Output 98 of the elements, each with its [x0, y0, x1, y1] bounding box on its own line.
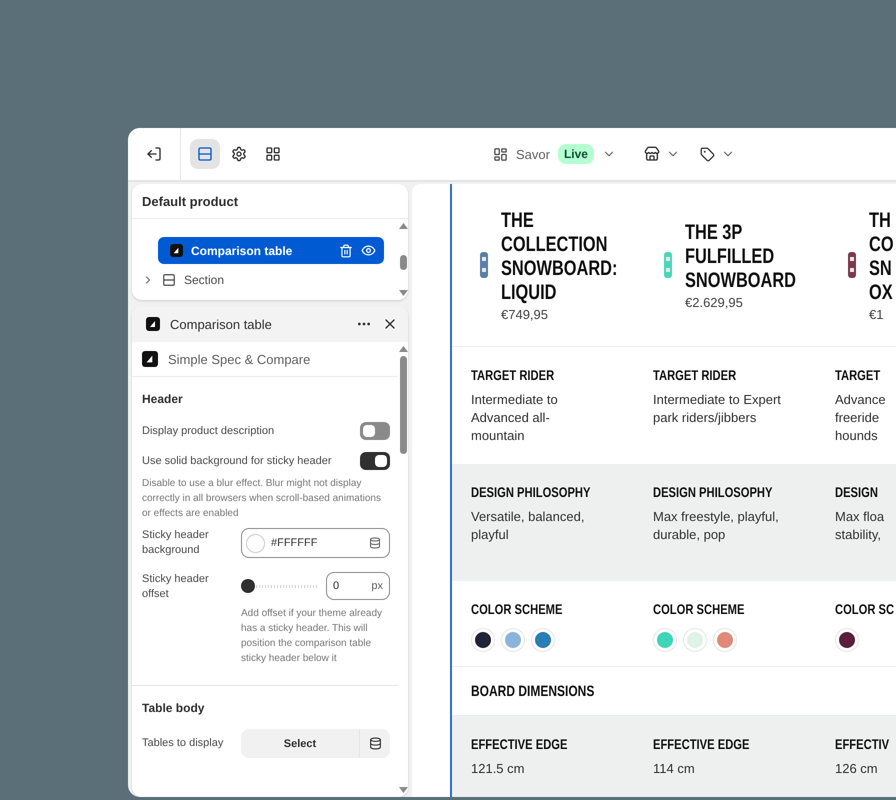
product-title: TH: [869, 208, 892, 232]
color-swatch[interactable]: [683, 628, 707, 652]
spec-value: 126 cm: [835, 760, 879, 778]
eye-icon[interactable]: [361, 243, 376, 258]
spec-value: park riders/jibbers: [653, 409, 758, 427]
spec-value: hounds: [835, 427, 879, 445]
spec-heading: EFFECTIVE EDGE: [471, 735, 568, 754]
store-icon: [644, 146, 660, 162]
app-name: Simple Spec & Compare: [168, 352, 310, 366]
section-heading: Table body: [142, 700, 206, 717]
theme-name: Savor: [516, 146, 550, 162]
spec-heading: COLOR SCHEME: [653, 600, 746, 619]
database-button[interactable]: [359, 729, 390, 758]
panel-title: Comparison table: [170, 316, 273, 332]
spec-heading: EFFECTIVE EDGE: [653, 735, 750, 754]
setting-label: Use solid background for sticky header: [142, 454, 332, 468]
store-dropdown[interactable]: [644, 146, 680, 162]
panel-title: Default product: [142, 194, 238, 208]
spec-value: playful: [471, 526, 510, 544]
app-icon: [142, 351, 158, 367]
product-price: €2.629,95: [685, 294, 744, 310]
spec-value: Intermediate to Expert: [653, 391, 782, 409]
color-swatch[interactable]: [531, 628, 555, 652]
color-swatch[interactable]: [501, 628, 525, 652]
section-heading: Header: [142, 391, 184, 408]
spec-value: Advance: [835, 391, 887, 409]
product-title: FULFILLED: [685, 244, 776, 268]
color-swatch[interactable]: [653, 628, 677, 652]
spec-heading: EFFECTIV: [835, 735, 890, 754]
product-title: SN: [869, 256, 893, 280]
spec-value: 114 cm: [653, 760, 696, 778]
tag-icon: [700, 146, 715, 162]
scroll-up-icon[interactable]: [398, 346, 408, 352]
product-title: THE: [501, 208, 535, 232]
app-icon: [170, 244, 183, 257]
scrollbar-thumb[interactable]: [400, 356, 406, 454]
spec-value: Max floa: [835, 508, 886, 526]
product-price: €1: [869, 306, 884, 322]
spec-heading: COLOR SC: [835, 600, 896, 619]
database-icon: [369, 537, 381, 549]
setting-label: Display product description: [142, 424, 274, 438]
product-title: CO: [869, 232, 894, 256]
tree-item[interactable]: Comparison table: [158, 237, 384, 264]
color-swatch[interactable]: [713, 628, 737, 652]
spec-heading: DESIGN: [835, 483, 879, 502]
product-title: SNOWBOARD: [685, 268, 796, 292]
swatch-icon: [246, 534, 265, 552]
spec-value: Advanced all-: [471, 409, 551, 427]
spec-heading: COLOR SCHEME: [471, 600, 564, 619]
spec-value: freeride: [835, 409, 880, 427]
grid-icon: [265, 146, 281, 162]
rows-icon: [197, 146, 213, 162]
app-icon: [146, 317, 160, 331]
spec-value: mountain: [471, 427, 526, 445]
toggle-switch[interactable]: [360, 422, 390, 440]
slider-thumb[interactable]: [241, 579, 255, 593]
number-field[interactable]: 0 px: [326, 572, 390, 600]
scroll-up-icon[interactable]: [398, 223, 408, 229]
product-title: LIQUID: [501, 280, 558, 304]
setting-label: Tables to display: [142, 736, 224, 751]
settings-icon: [231, 146, 247, 162]
spec-heading: DESIGN PHILOSOPHY: [471, 483, 592, 502]
status-badge: Live: [558, 144, 594, 164]
spec-heading: TARGET RIDER: [471, 366, 556, 385]
sections-button[interactable]: [190, 139, 220, 169]
product-title: THE 3P: [685, 220, 744, 244]
spec-value: Intermediate to: [471, 391, 559, 409]
hint-text: Add offset if your theme already has a sticky header. This will position the comparison table sticky header below it: [241, 607, 384, 666]
spec-value: Max freestyle, playful,: [653, 508, 780, 526]
database-icon: [368, 737, 382, 750]
spec-value: Versatile, balanced,: [471, 508, 586, 526]
exit-icon: [146, 146, 162, 162]
color-swatch[interactable]: [471, 628, 495, 652]
spec-heading: TARGET: [835, 366, 882, 385]
spec-value: 121.5 cm: [471, 760, 526, 778]
layout-icon: [493, 146, 508, 162]
spec-heading: TARGET RIDER: [653, 366, 738, 385]
spec-heading: DESIGN PHILOSOPHY: [653, 483, 774, 502]
scrollbar-thumb[interactable]: [400, 255, 406, 270]
product-title: OX: [869, 280, 894, 304]
product-price: €749,95: [501, 306, 549, 322]
spec-value: durable, pop: [653, 526, 726, 544]
hint-text: Disable to use a blur effect. Blur might not display correctly in all browsers when scroll-based animations or effects are enabled: [142, 477, 382, 521]
toggle-switch[interactable]: [360, 452, 390, 470]
setting-label: Sticky header background: [142, 528, 210, 558]
setting-label: Sticky header offset: [142, 572, 210, 602]
color-field[interactable]: #FFFFFF: [241, 528, 390, 558]
scroll-down-icon[interactable]: [398, 787, 408, 793]
tree-item[interactable]: Section: [142, 266, 384, 293]
scroll-down-icon[interactable]: [398, 290, 408, 296]
product-title: SNOWBOARD:: [501, 256, 618, 280]
trash-icon[interactable]: [339, 244, 353, 258]
tag-dropdown[interactable]: [700, 146, 735, 162]
section-icon: [162, 272, 176, 286]
product-title: COLLECTION: [501, 232, 608, 256]
color-swatch[interactable]: [835, 628, 859, 652]
group-title: BOARD DIMENSIONS: [471, 682, 594, 700]
spec-value: stability,: [835, 526, 882, 544]
